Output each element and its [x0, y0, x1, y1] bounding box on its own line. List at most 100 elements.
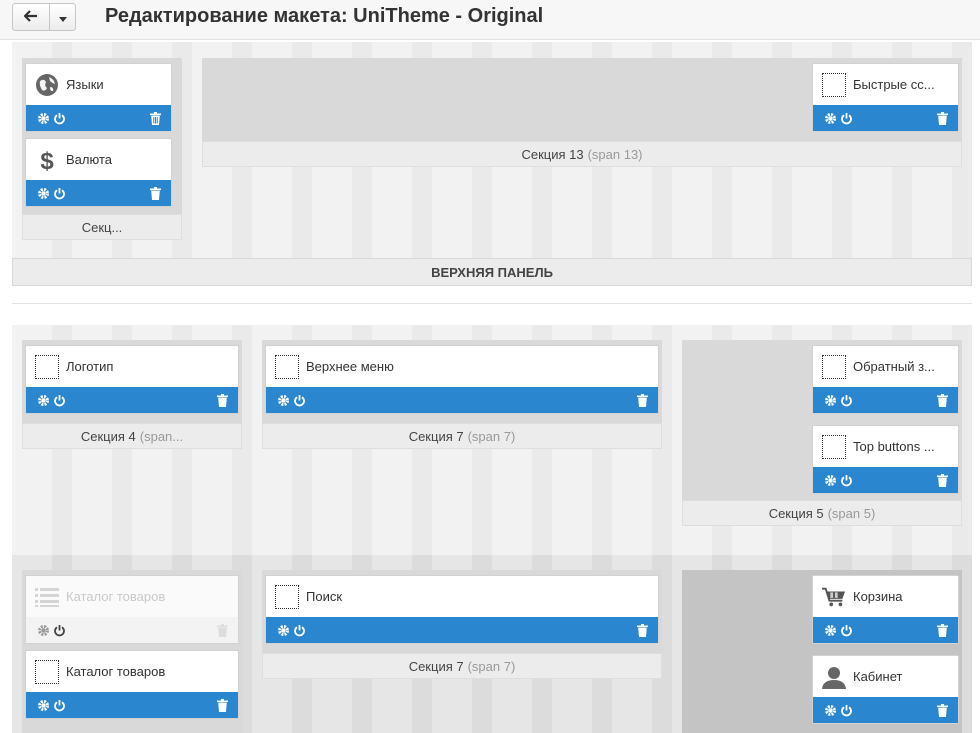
block-callback[interactable]: Обратный з...: [812, 345, 959, 414]
section-7-menu[interactable]: Верхнее меню Секция 7 (span 7): [262, 340, 662, 449]
block-controls: [26, 105, 171, 131]
section-name: Секция 5: [768, 505, 824, 521]
block-logo[interactable]: Логотип: [25, 345, 239, 414]
section-name: Секция 4: [80, 428, 136, 444]
gear-icon[interactable]: [35, 622, 51, 638]
user-icon: [822, 665, 846, 689]
block-title: Каталог товаров: [66, 589, 166, 604]
block-title: Корзина: [853, 589, 903, 604]
trash-icon[interactable]: [934, 472, 950, 488]
gear-icon[interactable]: [275, 392, 291, 408]
section-top-left[interactable]: Языки $ Валюта Секц...: [22, 58, 182, 240]
block-title: Top buttons ...: [853, 439, 935, 454]
block-title: Обратный з...: [853, 359, 935, 374]
power-icon[interactable]: [51, 185, 67, 201]
block-search[interactable]: Поиск: [265, 575, 659, 644]
section-4[interactable]: Логотип Секция 4 (span...: [22, 340, 242, 449]
power-icon[interactable]: [51, 622, 67, 638]
section-span: (span 5): [827, 505, 876, 521]
block-controls: [813, 105, 958, 131]
power-icon[interactable]: [838, 110, 854, 126]
section-label: Секц...: [22, 214, 182, 240]
block-header: Каталог товаров: [26, 576, 238, 617]
dropdown-button[interactable]: [50, 3, 76, 31]
section-label: Секция 7 (span 7): [262, 423, 662, 449]
section-span: (span...: [139, 428, 184, 444]
block-controls: [266, 617, 658, 643]
page-title: Редактирование макета: UniTheme - Origin…: [105, 5, 544, 27]
power-icon[interactable]: [51, 697, 67, 713]
gear-icon[interactable]: [275, 622, 291, 638]
trash-icon[interactable]: [934, 392, 950, 408]
trash-icon[interactable]: [214, 697, 230, 713]
block-header: Поиск: [266, 576, 658, 617]
gear-icon[interactable]: [35, 697, 51, 713]
section-name: Секция 7: [408, 428, 464, 444]
section-cart[interactable]: Корзина Кабинет: [682, 570, 962, 733]
trash-icon[interactable]: [634, 392, 650, 408]
power-icon[interactable]: [51, 392, 67, 408]
block-catalog-disabled[interactable]: Каталог товаров: [25, 575, 239, 644]
block-title: Языки: [66, 77, 104, 92]
section-7-search[interactable]: Поиск Секция 7 (span 7): [262, 570, 662, 679]
block-controls: [266, 387, 658, 413]
toolbar: Редактирование макета: UniTheme - Origin…: [0, 0, 980, 40]
trash-icon[interactable]: [934, 110, 950, 126]
placeholder-icon: [822, 434, 846, 459]
section-span: (span 13): [587, 146, 643, 162]
section-13[interactable]: Быстрые сс... Секция 13 (span 13): [202, 58, 962, 167]
placeholder-icon: [822, 354, 846, 379]
gear-icon[interactable]: [35, 392, 51, 408]
block-quick-links[interactable]: Быстрые сс...: [812, 63, 959, 132]
power-icon[interactable]: [838, 392, 854, 408]
gear-icon[interactable]: [35, 110, 51, 126]
trash-icon[interactable]: [934, 702, 950, 718]
section-5[interactable]: Обратный з... Top buttons ... Секция 5 (…: [682, 340, 962, 526]
section-label: Секция 7 (span 7): [262, 653, 662, 679]
block-top-menu[interactable]: Верхнее меню: [265, 345, 659, 414]
trash-icon[interactable]: [214, 622, 230, 638]
trash-icon[interactable]: [634, 622, 650, 638]
block-controls: [26, 387, 238, 413]
block-controls: [813, 697, 958, 723]
block-header: Корзина: [813, 576, 958, 617]
gear-icon[interactable]: [35, 185, 51, 201]
block-header: Логотип: [26, 346, 238, 387]
block-top-buttons[interactable]: Top buttons ...: [812, 425, 959, 494]
gear-icon[interactable]: [822, 702, 838, 718]
block-header: Верхнее меню: [266, 346, 658, 387]
block-languages[interactable]: Языки: [25, 63, 172, 132]
cart-icon: [822, 585, 846, 609]
section-catalog[interactable]: Каталог товаров Каталог товаров: [22, 570, 242, 733]
power-icon[interactable]: [291, 622, 307, 638]
power-icon[interactable]: [838, 622, 854, 638]
power-icon[interactable]: [51, 110, 67, 126]
trash-icon[interactable]: [214, 392, 230, 408]
list-icon: [35, 585, 59, 609]
power-icon[interactable]: [291, 392, 307, 408]
power-icon[interactable]: [838, 702, 854, 718]
trash-icon[interactable]: [147, 185, 163, 201]
block-catalog[interactable]: Каталог товаров: [25, 650, 239, 719]
gear-icon[interactable]: [822, 472, 838, 488]
section-name: Секц...: [81, 219, 123, 235]
gear-icon[interactable]: [822, 110, 838, 126]
block-cart[interactable]: Корзина: [812, 575, 959, 644]
block-controls: [813, 387, 958, 413]
gear-icon[interactable]: [822, 622, 838, 638]
placeholder-icon: [35, 354, 59, 379]
dollar-icon: $: [35, 148, 59, 172]
trash-icon[interactable]: [934, 622, 950, 638]
block-header: Быстрые сс...: [813, 64, 958, 105]
block-title: Верхнее меню: [306, 359, 394, 374]
placeholder-icon: [822, 72, 846, 97]
back-button[interactable]: [12, 3, 50, 31]
power-icon[interactable]: [838, 472, 854, 488]
block-header: Каталог товаров: [26, 651, 238, 692]
arrow-left-icon: [23, 9, 38, 25]
placeholder-icon: [275, 584, 299, 609]
trash-icon[interactable]: [147, 110, 163, 126]
block-account[interactable]: Кабинет: [812, 655, 959, 724]
gear-icon[interactable]: [822, 392, 838, 408]
block-currency[interactable]: $ Валюта: [25, 138, 172, 207]
